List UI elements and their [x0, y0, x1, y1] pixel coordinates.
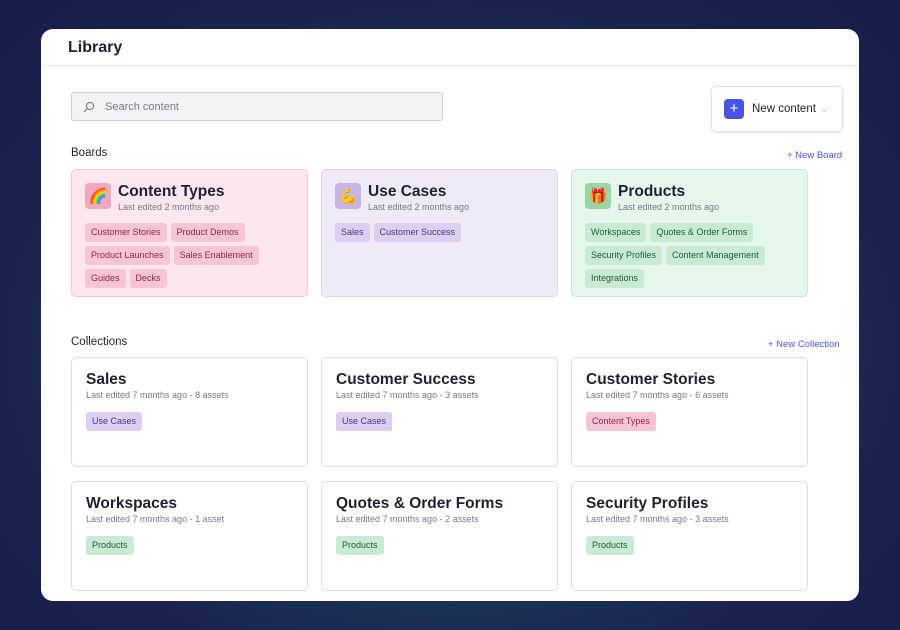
collection-title: Customer Stories	[586, 371, 716, 388]
tag[interactable]: Customer Stories	[85, 223, 167, 242]
new-board-link[interactable]: + New Board	[787, 150, 842, 161]
collection-title: Customer Success	[336, 371, 476, 388]
tag[interactable]: Decks	[129, 269, 167, 288]
top-bar: Library	[41, 29, 859, 66]
tag[interactable]: Customer Success	[373, 223, 462, 242]
board-subtitle: Last edited 2 months ago	[118, 202, 220, 212]
tag[interactable]: Use Cases	[86, 412, 143, 431]
collection-subtitle: Last edited 7 months ago - 3 assets	[336, 390, 479, 400]
collection-card-customer-stories[interactable]: Customer Stories Last edited 7 months ag…	[571, 357, 808, 467]
gift-icon: 🎁	[585, 183, 611, 209]
tag[interactable]: Workspaces	[585, 223, 647, 242]
collection-title: Workspaces	[86, 495, 178, 512]
tag[interactable]: Security Profiles	[585, 246, 663, 265]
tag[interactable]: Products	[336, 536, 384, 555]
tag[interactable]: Guides	[85, 269, 126, 288]
tag[interactable]: Content Types	[586, 412, 656, 431]
boards-heading: Boards	[71, 147, 108, 159]
flexed-biceps-icon: 💪	[335, 183, 361, 209]
board-title: Use Cases	[368, 183, 447, 200]
tag[interactable]: Integrations	[585, 269, 645, 288]
search-box[interactable]	[71, 92, 443, 121]
board-title: Products	[618, 183, 686, 200]
board-subtitle: Last edited 2 months ago	[368, 202, 470, 212]
board-card-use-cases[interactable]: 💪 Use Cases Last edited 2 months ago Sal…	[321, 169, 558, 297]
new-content-label: New content	[752, 103, 816, 115]
tag[interactable]: Sales	[335, 223, 370, 242]
collection-subtitle: Last edited 7 months ago - 1 asset	[86, 514, 225, 524]
collection-subtitle: Last edited 7 months ago - 2 assets	[336, 514, 479, 524]
library-window: Library + New content ⌵ Boards + New Boa…	[41, 29, 859, 601]
tag[interactable]: Products	[86, 536, 134, 555]
search-icon	[83, 101, 95, 112]
board-card-products[interactable]: 🎁 Products Last edited 2 months ago Work…	[571, 169, 808, 297]
collection-card-workspaces[interactable]: Workspaces Last edited 7 months ago - 1 …	[71, 481, 308, 591]
tag[interactable]: Quotes & Order Forms	[650, 223, 754, 242]
page-title: Library	[68, 39, 123, 56]
tag[interactable]: Product Launches	[85, 246, 170, 265]
search-input[interactable]	[105, 100, 405, 113]
new-content-button[interactable]: + New content ⌵	[711, 86, 843, 132]
collection-title: Security Profiles	[586, 495, 709, 512]
board-subtitle: Last edited 2 months ago	[618, 202, 720, 212]
tag[interactable]: Products	[586, 536, 634, 555]
collection-card-sales[interactable]: Sales Last edited 7 months ago - 8 asset…	[71, 357, 308, 467]
new-collection-link[interactable]: + New Collection	[768, 339, 840, 350]
collection-title: Quotes & Order Forms	[336, 495, 504, 512]
collection-subtitle: Last edited 7 months ago - 8 assets	[86, 390, 229, 400]
collection-card-quotes-order-forms[interactable]: Quotes & Order Forms Last edited 7 month…	[321, 481, 558, 591]
chevron-down-icon: ⌵	[820, 103, 828, 114]
tag[interactable]: Product Demos	[170, 223, 245, 242]
plus-icon: +	[724, 99, 744, 119]
board-title: Content Types	[118, 183, 225, 200]
collection-card-security-profiles[interactable]: Security Profiles Last edited 7 months a…	[571, 481, 808, 591]
tag[interactable]: Sales Enablement	[173, 246, 259, 265]
tag[interactable]: Content Management	[666, 246, 765, 265]
collection-title: Sales	[86, 371, 127, 388]
collection-subtitle: Last edited 7 months ago - 3 assets	[586, 514, 729, 524]
rainbow-icon: 🌈	[85, 183, 111, 209]
tag[interactable]: Use Cases	[336, 412, 393, 431]
collection-subtitle: Last edited 7 months ago - 6 assets	[586, 390, 729, 400]
collection-card-customer-success[interactable]: Customer Success Last edited 7 months ag…	[321, 357, 558, 467]
board-card-content-types[interactable]: 🌈 Content Types Last edited 2 months ago…	[71, 169, 308, 297]
collections-heading: Collections	[71, 336, 128, 348]
